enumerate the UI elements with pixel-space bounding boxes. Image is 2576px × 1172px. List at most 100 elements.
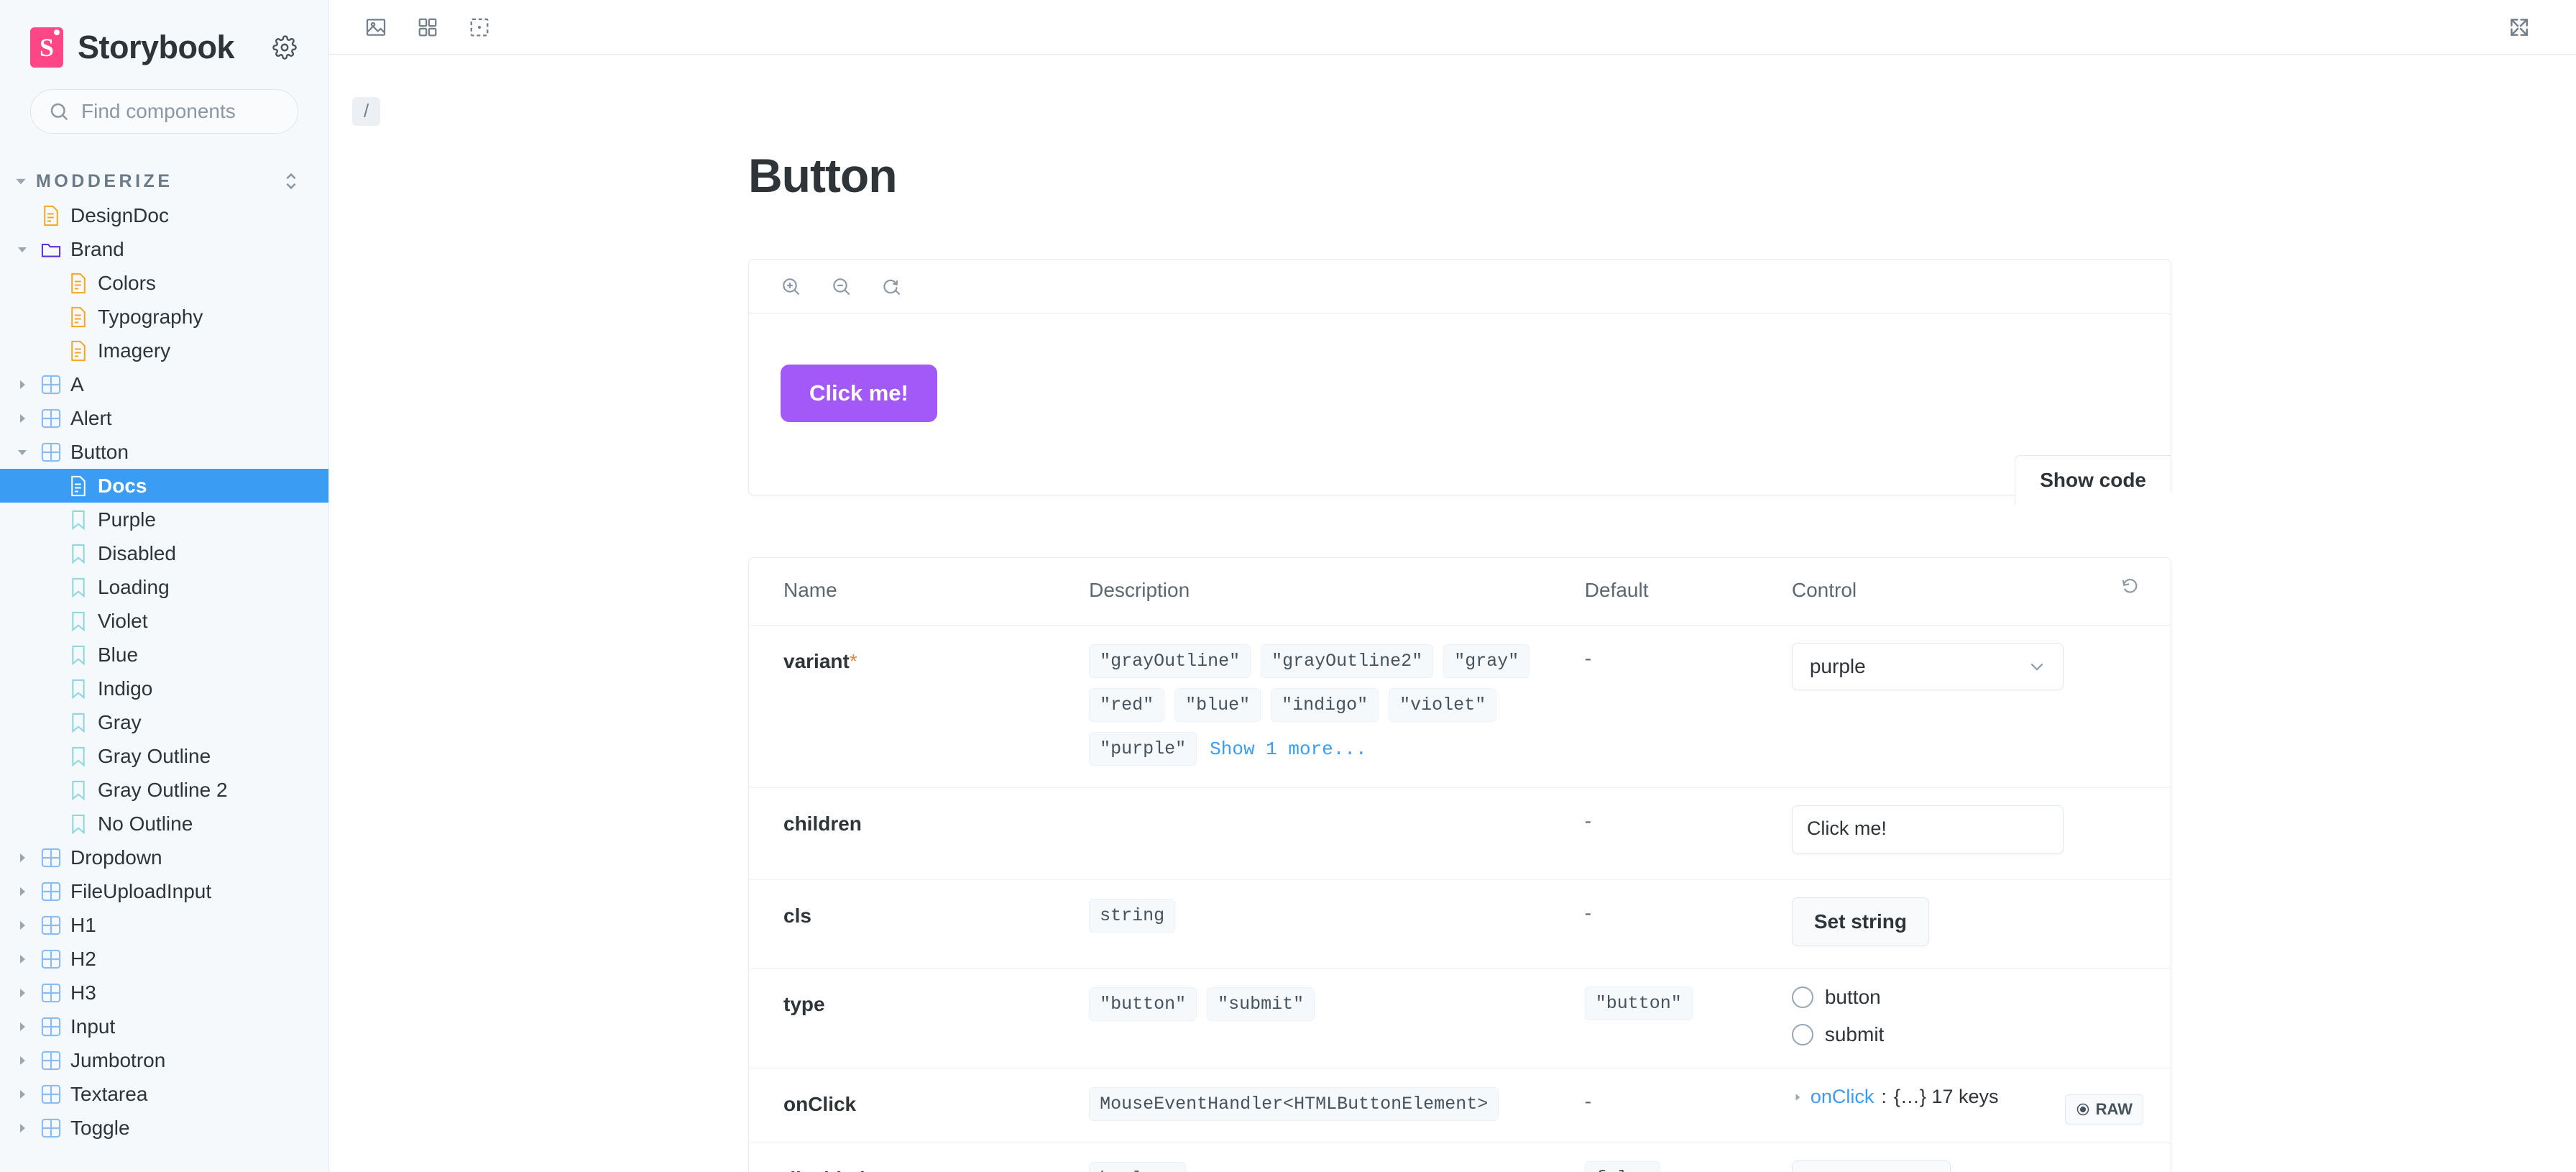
sidebar-item-gray-outline-2[interactable]: Gray Outline 2	[0, 773, 328, 807]
preview-toolbar	[329, 0, 2576, 55]
expand-collapse-icon[interactable]	[282, 170, 300, 192]
show-code-button[interactable]: Show code	[2015, 455, 2171, 505]
sidebar-item-blue[interactable]: Blue	[0, 638, 328, 672]
set-cls-button[interactable]: Set string	[1791, 897, 1929, 946]
sidebar-item-brand[interactable]: Brand	[0, 232, 328, 266]
zoom-out-icon[interactable]	[827, 272, 857, 302]
radio-circle-icon[interactable]	[1791, 1024, 1813, 1045]
sidebar-item-fileuploadinput[interactable]: FileUploadInput	[0, 874, 328, 908]
background-image-icon[interactable]	[356, 8, 395, 47]
chevron-right-icon[interactable]	[13, 984, 32, 1002]
variant-select[interactable]: purple	[1791, 643, 2064, 690]
radio-option-submit[interactable]: submit	[1791, 1023, 2171, 1046]
arg-name-label: children	[783, 812, 862, 835]
sidebar-item-h2[interactable]: H2	[0, 942, 328, 976]
set-disabled-button[interactable]: Set boolean	[1791, 1160, 1951, 1172]
type-chip: "indigo"	[1271, 688, 1379, 722]
chevron-right-icon[interactable]	[13, 1017, 32, 1036]
docs-scroll-area[interactable]: Button Click me! Show code Name Descript…	[329, 55, 2576, 1172]
gear-icon[interactable]	[268, 31, 301, 64]
demo-click-me-button[interactable]: Click me!	[781, 365, 937, 422]
type-chip: "gray"	[1443, 644, 1530, 678]
chevron-right-icon[interactable]	[13, 1051, 32, 1070]
sidebar-item-label: Input	[70, 1015, 116, 1038]
sidebar-item-imagery[interactable]: Imagery	[0, 334, 328, 367]
sidebar-item-designdoc[interactable]: DesignDoc	[0, 198, 328, 232]
sidebar-item-toggle[interactable]: Toggle	[0, 1111, 328, 1145]
story-icon	[68, 746, 89, 767]
type-chip-list: string	[1089, 899, 1563, 933]
sidebar-item-label: Gray Outline	[98, 744, 211, 767]
chevron-right-icon[interactable]	[13, 950, 32, 969]
children-textarea[interactable]	[1791, 805, 2064, 854]
search-input[interactable]	[81, 100, 341, 123]
radio-circle-icon[interactable]	[1791, 986, 1813, 1008]
sidebar-item-gray[interactable]: Gray	[0, 705, 328, 739]
sidebar-item-purple[interactable]: Purple	[0, 503, 328, 536]
arg-control-cell: button submit	[1791, 968, 2171, 1068]
sidebar-item-h1[interactable]: H1	[0, 908, 328, 942]
chevron-right-icon[interactable]	[13, 409, 32, 428]
type-chip: "submit"	[1207, 987, 1315, 1021]
sidebar-item-violet[interactable]: Violet	[0, 604, 328, 638]
show-more-link[interactable]: Show 1 more...	[1210, 738, 1366, 760]
object-key[interactable]: onClick	[1811, 1086, 1874, 1108]
sidebar-item-textarea[interactable]: Textarea	[0, 1077, 328, 1111]
sidebar-item-button[interactable]: Button	[0, 435, 328, 469]
fullscreen-icon[interactable]	[2500, 8, 2539, 47]
sidebar-item-gray-outline[interactable]: Gray Outline	[0, 739, 328, 773]
sidebar-item-label: Gray Outline 2	[98, 778, 228, 801]
component-icon	[40, 1084, 62, 1105]
type-radio-group: button submit	[1791, 986, 2171, 1046]
chevron-down-icon[interactable]	[13, 443, 32, 462]
reset-controls-icon[interactable]	[2085, 558, 2171, 626]
sidebar-item-disabled[interactable]: Disabled	[0, 536, 328, 570]
chevron-right-icon[interactable]	[1792, 1091, 1803, 1103]
type-chip: "button"	[1089, 987, 1197, 1021]
sidebar-item-indigo[interactable]: Indigo	[0, 672, 328, 705]
brand[interactable]: S Storybook	[30, 27, 235, 68]
sidebar-item-alert[interactable]: Alert	[0, 401, 328, 435]
sidebar-item-jumbotron[interactable]: Jumbotron	[0, 1043, 328, 1077]
chevron-right-icon[interactable]	[13, 375, 32, 394]
radio-option-button[interactable]: button	[1791, 986, 2171, 1009]
tree-root-modderize[interactable]: MODDERIZE	[0, 164, 328, 198]
sidebar-item-a[interactable]: A	[0, 367, 328, 401]
arg-description-cell	[1089, 787, 1585, 879]
zoom-in-icon[interactable]	[776, 272, 806, 302]
component-icon	[40, 982, 62, 1004]
sidebar-item-dropdown[interactable]: Dropdown	[0, 841, 328, 874]
measure-icon[interactable]	[460, 8, 499, 47]
chevron-right-icon[interactable]	[13, 1119, 32, 1137]
sidebar-item-typography[interactable]: Typography	[0, 300, 328, 334]
story-canvas: Click me!	[749, 314, 2171, 451]
search-box[interactable]: /	[30, 89, 381, 134]
sidebar-item-no-outline[interactable]: No Outline	[0, 807, 328, 841]
story-icon	[68, 813, 89, 835]
sidebar-item-h3[interactable]: H3	[0, 976, 328, 1010]
sidebar-item-colors[interactable]: Colors	[0, 266, 328, 300]
sidebar-item-label: Loading	[98, 575, 170, 598]
zoom-reset-icon[interactable]	[877, 272, 907, 302]
chevron-right-icon[interactable]	[13, 848, 32, 867]
main-area: Button Click me! Show code Name Descript…	[329, 0, 2576, 1172]
chevron-down-icon[interactable]	[13, 240, 32, 259]
args-row-variant: variant* "grayOutline" "grayOutline2" "gray…	[749, 626, 2171, 787]
raw-toggle-button[interactable]: RAW	[2064, 1094, 2143, 1125]
sidebar-item-input[interactable]: Input	[0, 1010, 328, 1043]
story-preview: Click me! Show code	[748, 259, 2171, 505]
grid-icon[interactable]	[408, 8, 447, 47]
args-table-body: variant* "grayOutline" "grayOutline2" "gray…	[749, 626, 2171, 1172]
sidebar-item-label: Toggle	[70, 1116, 130, 1139]
brand-name: Storybook	[78, 29, 235, 65]
chevron-right-icon[interactable]	[13, 1085, 32, 1104]
chevron-right-icon[interactable]	[13, 916, 32, 935]
sidebar-item-loading[interactable]: Loading	[0, 570, 328, 604]
arg-control-cell: onClick : {…} 17 keys RAW	[1791, 1068, 2171, 1143]
chevron-right-icon[interactable]	[13, 882, 32, 901]
type-chip: MouseEventHandler<HTMLButtonElement>	[1089, 1087, 1499, 1121]
sidebar-item-label: FileUploadInput	[70, 879, 212, 902]
sidebar-item-docs[interactable]: Docs	[0, 469, 328, 503]
sidebar-item-label: Blue	[98, 643, 139, 666]
